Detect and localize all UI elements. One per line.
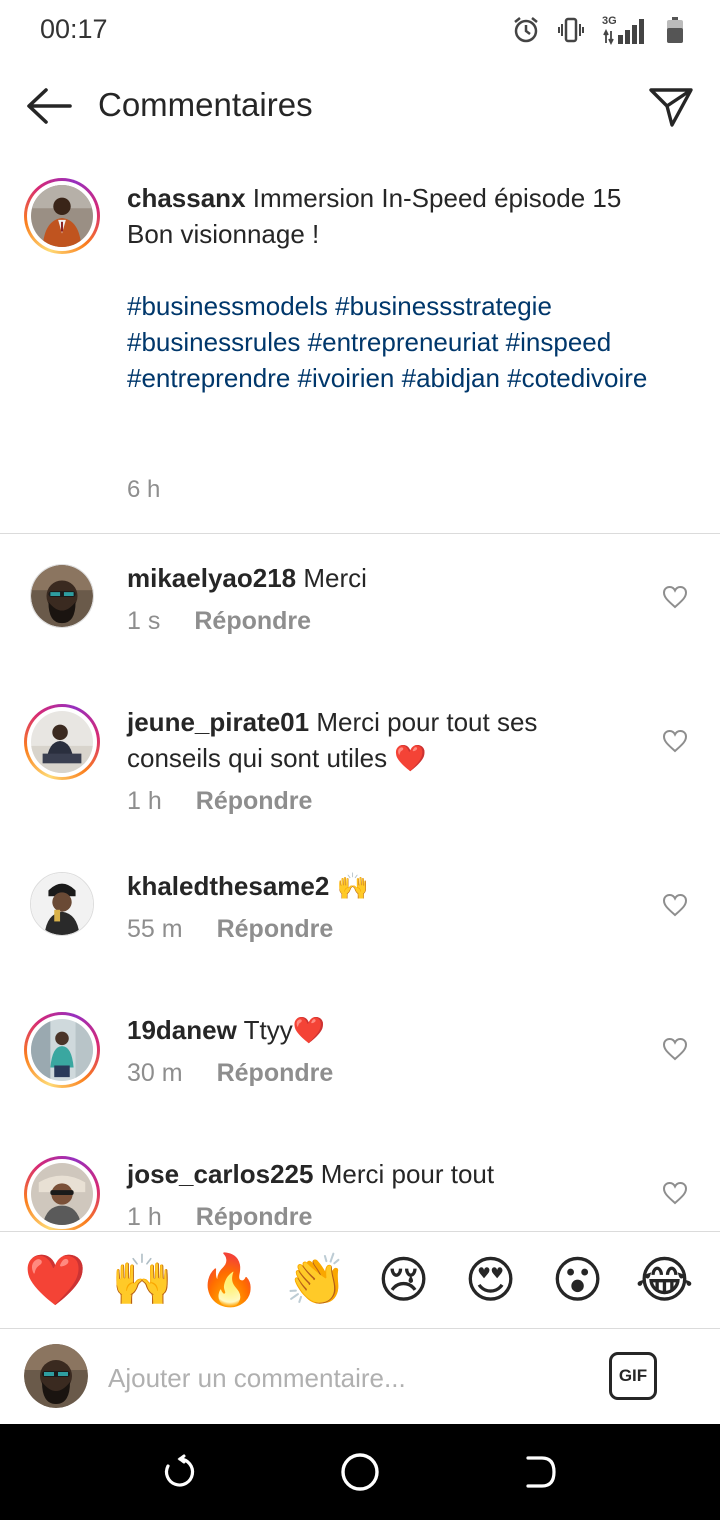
signal-icon: 3G: [602, 15, 648, 45]
comment-input[interactable]: [108, 1358, 578, 1398]
like-button[interactable]: [660, 1034, 690, 1064]
caption-line-1: chassanx Immersion In-Speed épisode 15: [127, 183, 622, 213]
emoji-cry-button[interactable]: 😢: [369, 1250, 439, 1310]
author-avatar-image: [31, 185, 93, 247]
comment-username[interactable]: 19danew: [127, 1015, 237, 1045]
system-nav-bar: [0, 1424, 720, 1520]
home-button[interactable]: [336, 1448, 384, 1496]
comment-meta: 1 h Répondre: [127, 1203, 312, 1230]
status-icons: 3G: [512, 14, 684, 46]
heart-icon: [662, 729, 688, 753]
emoji-reaction-bar: ❤️ 🙌 🔥 👏 😢 😍 😮 😂: [0, 1231, 720, 1329]
comment-text: jose_carlos225 Merci pour tout: [127, 1159, 495, 1189]
current-user-avatar: [24, 1344, 88, 1408]
gif-button[interactable]: GIF: [609, 1352, 657, 1400]
status-bar: 00:17 3G: [0, 0, 720, 60]
status-time: 00:17: [40, 14, 108, 44]
direct-send-icon: [649, 88, 693, 127]
vibrate-icon: [558, 17, 584, 43]
home-icon: [341, 1453, 379, 1491]
emoji-heart-button[interactable]: ❤️: [21, 1250, 91, 1310]
like-button[interactable]: [660, 726, 690, 756]
comment-text: mikaelyao218 Merci: [127, 563, 367, 593]
heart-icon: [662, 1037, 688, 1061]
comment-meta: 1 h Répondre: [127, 787, 312, 816]
comment-avatar[interactable]: [30, 872, 94, 936]
caption-hashtags[interactable]: #businessmodels #businessstrategie #busi…: [127, 288, 687, 396]
reply-button[interactable]: Répondre: [196, 787, 313, 816]
comment-composer: GIF: [0, 1330, 720, 1424]
like-button[interactable]: [660, 582, 690, 612]
comment-username[interactable]: jose_carlos225: [127, 1159, 313, 1189]
comment-avatar[interactable]: [24, 704, 100, 780]
reply-button[interactable]: Répondre: [194, 607, 311, 636]
caption-line-2: Bon visionnage !: [127, 219, 320, 249]
emoji-heart-eyes-button[interactable]: 😍: [456, 1250, 526, 1310]
comment-item: 19danew Ttyy❤️ 30 m Répondre: [0, 1012, 720, 1132]
comment-time: 1 h: [127, 787, 162, 815]
battery-icon: [667, 17, 683, 43]
header: Commentaires: [0, 70, 720, 142]
emoji-fire-button[interactable]: 🔥: [195, 1250, 265, 1310]
reply-button[interactable]: Répondre: [196, 1203, 313, 1230]
reply-button[interactable]: Répondre: [217, 915, 334, 944]
comment-meta: 1 s Répondre: [127, 607, 311, 636]
comment-item: khaledthesame2 🙌 55 m Répondre: [0, 868, 720, 988]
comment-time: 1 h: [127, 1203, 162, 1230]
author-avatar[interactable]: [24, 178, 100, 254]
comment-text: khaledthesame2 🙌: [127, 871, 369, 901]
comment-item: jose_carlos225 Merci pour tout 1 h Répon…: [0, 1156, 720, 1230]
comment-meta: 55 m Répondre: [127, 915, 333, 944]
caption-timestamp: 6 h: [127, 476, 161, 503]
recents-button[interactable]: [156, 1448, 204, 1496]
post-caption: chassanx Immersion In-Speed épisode 15 B…: [0, 170, 720, 534]
back-nav-button[interactable]: [516, 1448, 564, 1496]
comment-username[interactable]: jeune_pirate01: [127, 707, 309, 737]
direct-send-button[interactable]: [646, 82, 696, 132]
recents-icon: [164, 1454, 195, 1487]
heart-icon: [662, 585, 688, 609]
like-button[interactable]: [660, 1178, 690, 1208]
emoji-surprised-button[interactable]: 😮: [543, 1250, 613, 1310]
comment-avatar[interactable]: [24, 1156, 100, 1230]
comment-text: jeune_pirate01 Merci pour tout ses conse…: [127, 707, 538, 773]
comment-time: 30 m: [127, 1059, 183, 1087]
caption-username[interactable]: chassanx: [127, 183, 246, 213]
emoji-clap-button[interactable]: 👏: [282, 1250, 352, 1310]
like-button[interactable]: [660, 890, 690, 920]
comment-text: 19danew Ttyy❤️: [127, 1015, 326, 1045]
caption-divider: [0, 533, 720, 534]
emoji-laugh-button[interactable]: 😂: [630, 1250, 700, 1310]
alarm-icon: [514, 17, 538, 43]
comments-list[interactable]: mikaelyao218 Merci 1 s Répondre jeune_pi…: [0, 540, 720, 1230]
comment-time: 55 m: [127, 915, 183, 943]
page-title: Commentaires: [98, 86, 313, 123]
back-button[interactable]: [22, 82, 74, 130]
emoji-raised-hands-button[interactable]: 🙌: [108, 1250, 178, 1310]
heart-icon: [662, 1181, 688, 1205]
caption-text: chassanx Immersion In-Speed épisode 15 B…: [127, 180, 687, 396]
comment-avatar[interactable]: [24, 1012, 100, 1088]
back-nav-icon: [526, 1456, 556, 1488]
comment-username[interactable]: mikaelyao218: [127, 563, 296, 593]
heart-icon: [662, 893, 688, 917]
back-arrow-icon: [27, 88, 72, 124]
comment-time: 1 s: [127, 607, 161, 635]
comment-avatar[interactable]: [30, 564, 94, 628]
comment-username[interactable]: khaledthesame2: [127, 871, 329, 901]
comment-item: mikaelyao218 Merci 1 s Répondre: [0, 560, 720, 680]
comment-meta: 30 m Répondre: [127, 1059, 333, 1088]
comment-item: jeune_pirate01 Merci pour tout ses conse…: [0, 704, 720, 844]
reply-button[interactable]: Répondre: [217, 1059, 334, 1088]
